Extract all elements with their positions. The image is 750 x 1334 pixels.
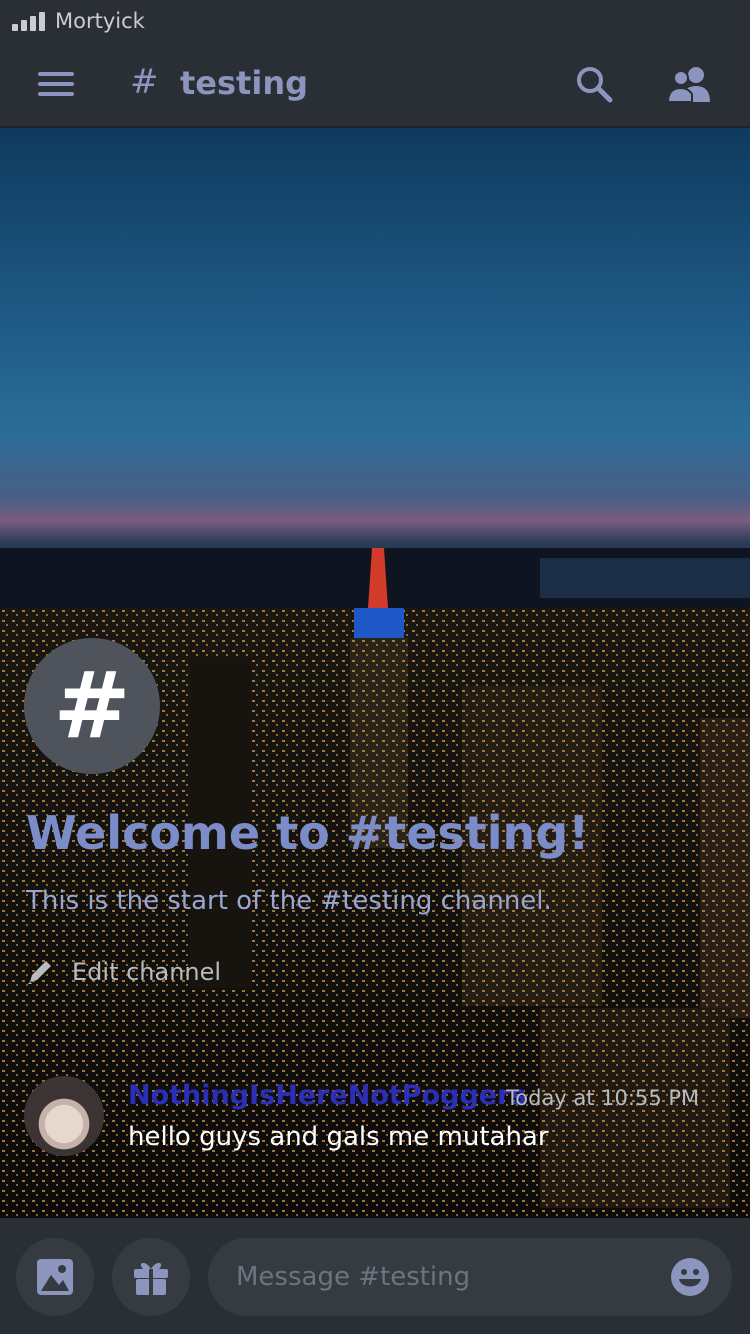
carrier-name: Mortyick (55, 9, 145, 33)
message-text: hello guys and gals me mutahar (128, 1122, 549, 1152)
signal-icon (12, 11, 45, 31)
message-author[interactable]: NothingIsHereNotPoggers (128, 1080, 526, 1111)
gift-icon (134, 1262, 168, 1295)
search-icon[interactable] (574, 64, 614, 104)
gift-button[interactable] (112, 1238, 190, 1316)
message-input[interactable] (208, 1238, 732, 1316)
welcome-title: Welcome to #testing! (26, 806, 590, 860)
channel-header: # testing (0, 42, 750, 128)
channel-background-image: # Welcome to #testing! This is the start… (0, 128, 750, 1218)
image-icon (37, 1259, 73, 1295)
status-bar: Mortyick (0, 0, 750, 42)
message-timestamp: Today at 10:55 PM (506, 1086, 700, 1110)
upload-image-button[interactable] (16, 1238, 94, 1316)
welcome-subtitle: This is the start of the #testing channe… (26, 886, 552, 916)
channel-avatar-hash: # (53, 652, 131, 759)
edit-channel-button[interactable]: Edit channel (26, 958, 221, 986)
members-icon[interactable] (666, 64, 714, 104)
channel-avatar: # (24, 638, 160, 774)
channel-hash-icon: # (130, 62, 159, 102)
avatar[interactable] (24, 1076, 104, 1156)
edit-channel-label: Edit channel (72, 958, 222, 986)
emoji-icon[interactable] (670, 1257, 710, 1297)
message-composer (0, 1218, 750, 1334)
channel-title: testing (180, 64, 308, 102)
pencil-icon (28, 961, 51, 984)
hamburger-icon[interactable] (38, 70, 74, 98)
